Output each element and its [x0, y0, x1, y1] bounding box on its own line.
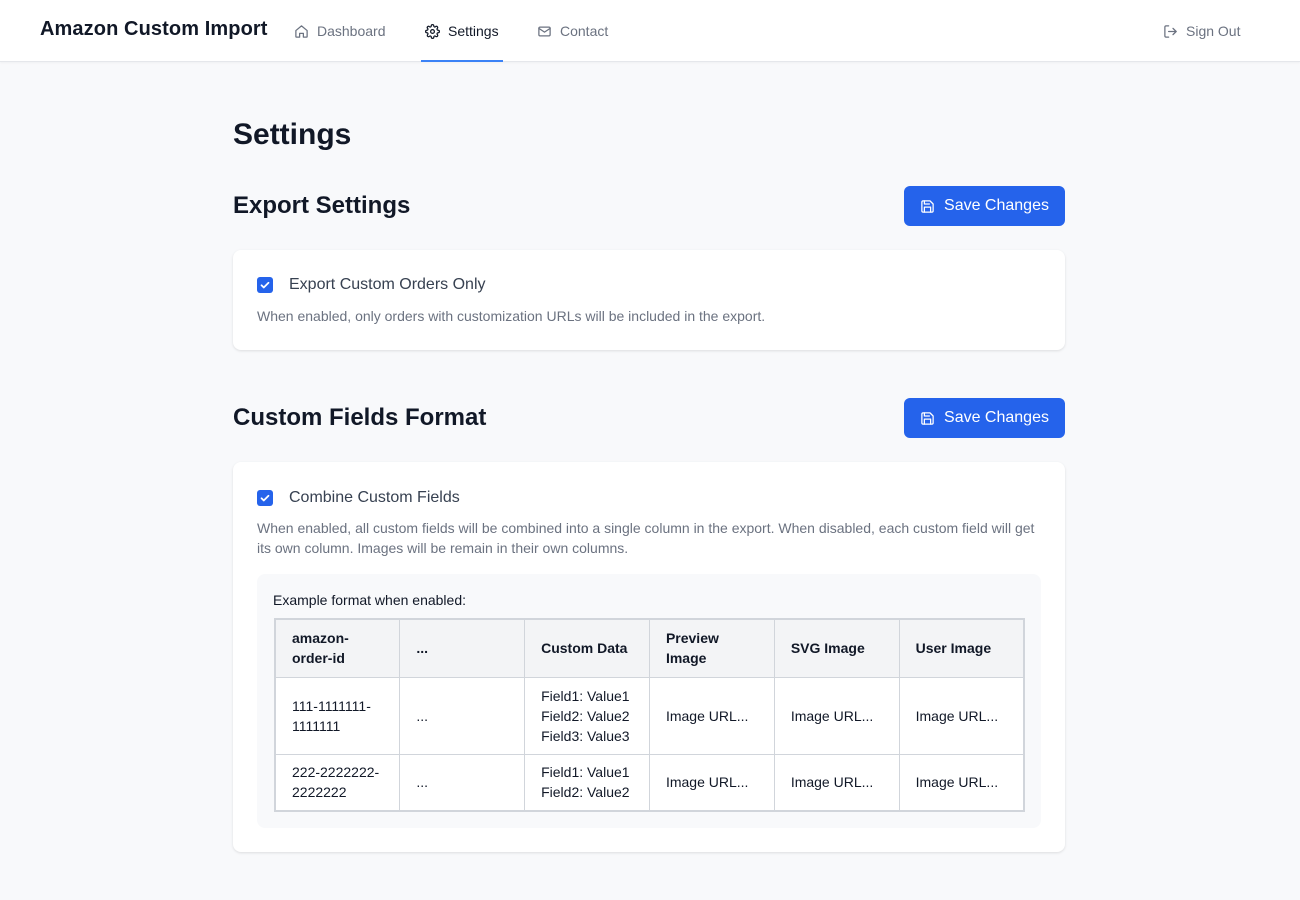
mail-icon — [538, 26, 551, 36]
table-header-cell: Custom Data — [524, 618, 650, 678]
table-header-cell: amazon-order-id — [274, 618, 401, 678]
export-custom-orders-help: When enabled, only orders with customiza… — [257, 308, 766, 324]
table-cell: Field1: Value1 Field2: Value2 — [524, 753, 650, 812]
sign-out-label: Sign Out — [1186, 23, 1241, 39]
custom-fields-card: Combine Custom Fields When enabled, all … — [233, 462, 1065, 852]
table-cell: Image URL... — [648, 753, 775, 812]
nav-item-contact[interactable]: Contact — [537, 0, 608, 62]
nav-item-label: Dashboard — [317, 23, 386, 39]
export-custom-orders-checkbox[interactable] — [257, 277, 273, 293]
table-cell: ... — [399, 676, 526, 755]
custom-fields-save-button[interactable]: Save Changes — [904, 398, 1065, 438]
home-icon — [295, 24, 308, 38]
table-header-row: amazon-order-id ... Custom Data Preview … — [274, 618, 1025, 678]
log-out-icon — [1164, 24, 1177, 38]
nav-item-label: Settings — [448, 23, 499, 39]
sign-out-button[interactable]: Sign Out — [1163, 0, 1240, 62]
export-settings-title: Export Settings — [233, 192, 411, 219]
table-header-cell: User Image — [898, 618, 1025, 678]
export-settings-save-button[interactable]: Save Changes — [904, 186, 1065, 226]
page-title: Settings — [233, 118, 352, 151]
custom-fields-title: Custom Fields Format — [233, 404, 487, 431]
save-icon — [921, 411, 934, 425]
gear-icon — [425, 23, 440, 39]
table-cell: 222-2222222-2222222 — [274, 753, 401, 812]
table-cell: Image URL... — [773, 676, 900, 755]
table-cell: Field1: Value1 Field2: Value2 Field3: Va… — [524, 676, 650, 755]
table-cell: 111-1111111-1111111 — [274, 676, 401, 755]
checkmark-icon — [260, 494, 270, 502]
example-format-box: Example format when enabled: amazon-orde… — [257, 574, 1041, 828]
export-custom-orders-label[interactable]: Export Custom Orders Only — [289, 276, 486, 294]
combine-custom-fields-checkbox[interactable] — [257, 490, 273, 506]
table-cell: ... — [399, 753, 526, 812]
table-row: 111-1111111-1111111 ... Field1: Value1 F… — [274, 676, 1025, 755]
example-caption: Example format when enabled: — [273, 592, 466, 608]
combine-custom-fields-label[interactable]: Combine Custom Fields — [289, 489, 460, 507]
export-custom-orders-row: Export Custom Orders Only — [257, 276, 486, 294]
table-cell: Image URL... — [773, 753, 900, 812]
app-title[interactable]: Amazon Custom Import — [40, 18, 268, 41]
nav-item-label: Contact — [560, 23, 609, 39]
checkmark-icon — [260, 281, 270, 289]
example-table: amazon-order-id ... Custom Data Preview … — [274, 618, 1025, 812]
table-header-cell: Preview Image — [648, 618, 775, 678]
combine-custom-fields-help: When enabled, all custom fields will be … — [257, 520, 1035, 556]
table-row: 222-2222222-2222222 ... Field1: Value1 F… — [274, 753, 1025, 812]
save-icon — [921, 199, 934, 213]
nav-item-dashboard[interactable]: Dashboard — [294, 0, 386, 62]
table-header-cell: ... — [399, 618, 526, 678]
table-cell: Image URL... — [648, 676, 775, 755]
table-cell: Image URL... — [898, 676, 1025, 755]
save-button-label: Save Changes — [944, 197, 1049, 214]
table-cell: Image URL... — [898, 753, 1025, 812]
export-settings-card: Export Custom Orders Only When enabled, … — [233, 250, 1065, 350]
table-header-cell: SVG Image — [773, 618, 900, 678]
top-navigation-bar: Amazon Custom Import Dashboard Settings … — [0, 0, 1300, 62]
nav-item-settings[interactable]: Settings — [421, 0, 503, 62]
save-button-label: Save Changes — [944, 409, 1049, 426]
combine-custom-fields-row: Combine Custom Fields — [257, 489, 460, 507]
